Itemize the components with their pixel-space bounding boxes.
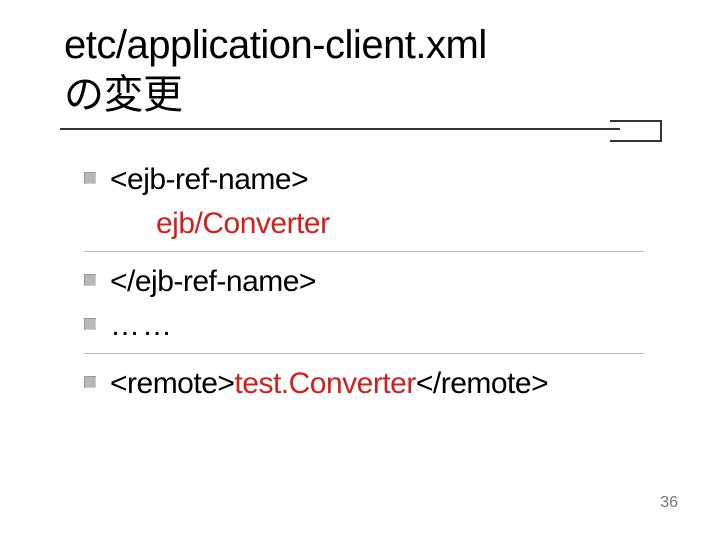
body-line-4: …… — [84, 304, 670, 348]
row-divider-1 — [84, 251, 644, 252]
ejb-ref-open-tag: <ejb-ref-name> — [110, 158, 308, 202]
body-line-2: ejb/Converter — [84, 202, 670, 246]
remote-line: <remote>test.Converter</remote> — [110, 362, 548, 406]
ejb-ref-close-tag: </ejb-ref-name> — [110, 260, 316, 304]
title-decoration — [610, 120, 662, 142]
bullet-icon — [84, 274, 96, 286]
ejb-ref-value: ejb/Converter — [156, 207, 330, 240]
remote-open-tag: <remote> — [110, 367, 234, 400]
slide-title: etc/application-client.xml の変更 — [60, 20, 670, 120]
body-line-5: <remote>test.Converter</remote> — [84, 362, 670, 406]
title-underline — [60, 128, 620, 130]
body-line-1: <ejb-ref-name> — [84, 158, 670, 202]
body-line-3: </ejb-ref-name> — [84, 260, 670, 304]
row-divider-2 — [84, 353, 644, 354]
bullet-icon — [84, 376, 96, 388]
remote-value: test.Converter — [234, 367, 415, 400]
bullet-icon — [84, 172, 96, 184]
ellipsis-text: …… — [110, 304, 174, 348]
slide: etc/application-client.xml の変更 <ejb-ref-… — [0, 0, 720, 540]
title-line-2: の変更 — [64, 73, 183, 117]
page-number: 36 — [660, 494, 678, 512]
bullet-icon — [84, 318, 96, 330]
remote-close-tag: </remote> — [416, 367, 548, 400]
slide-body: <ejb-ref-name> ejb/Converter </ejb-ref-n… — [60, 158, 670, 406]
title-line-1: etc/application-client.xml — [64, 23, 487, 67]
